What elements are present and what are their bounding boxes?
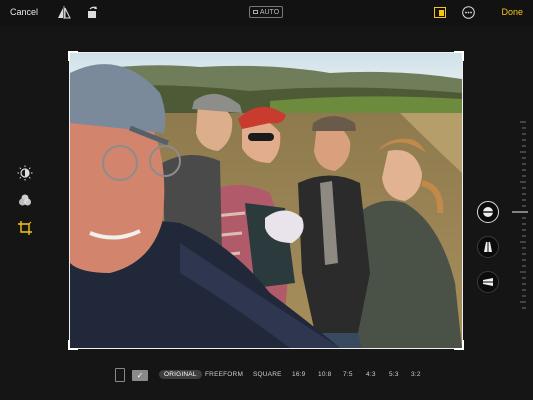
ratio-7-5[interactable]: 7:5 <box>343 371 353 378</box>
filters-icon[interactable] <box>17 192 33 208</box>
vertical-perspective-button[interactable] <box>477 236 499 258</box>
adjust-icon[interactable] <box>17 165 33 181</box>
done-button[interactable]: Done <box>501 7 523 17</box>
ratio-10-8[interactable]: 10:8 <box>318 371 331 378</box>
aspect-ratio-icon[interactable] <box>434 7 446 18</box>
group-selfie-photo <box>70 53 462 348</box>
auto-label: AUTO <box>259 8 280 16</box>
horizontal-perspective-icon <box>483 278 493 286</box>
ratio-3-2[interactable]: 3:2 <box>411 371 421 378</box>
horizontal-perspective-button[interactable] <box>477 271 499 293</box>
ratio-freeform[interactable]: FREEFORM <box>205 371 243 378</box>
ratio-5-3[interactable]: 5:3 <box>389 371 399 378</box>
ratio-16-9[interactable]: 16:9 <box>292 371 305 378</box>
straighten-button[interactable] <box>477 201 499 223</box>
aspect-ratio-bar: ORIGINAL FREEFORM SQUARE 16:9 10:8 7:5 4… <box>0 368 533 384</box>
top-toolbar: Cancel AUTO Done <box>0 0 533 26</box>
ratio-square[interactable]: SQUARE <box>253 371 282 378</box>
flip-horizontal-icon[interactable] <box>57 6 71 19</box>
vertical-perspective-icon <box>484 242 492 252</box>
straighten-dial[interactable] <box>470 108 532 338</box>
auto-button[interactable]: AUTO <box>249 6 283 18</box>
ratio-4-3[interactable]: 4:3 <box>366 371 376 378</box>
more-options-icon[interactable] <box>462 6 475 19</box>
straighten-icon <box>482 207 494 217</box>
ratio-original[interactable]: ORIGINAL <box>159 370 202 379</box>
auto-frame-icon <box>252 10 258 14</box>
cancel-button[interactable]: Cancel <box>10 7 38 17</box>
crop-icon[interactable] <box>17 220 33 236</box>
rotate-icon[interactable] <box>86 5 98 19</box>
photo-canvas[interactable] <box>70 53 462 348</box>
